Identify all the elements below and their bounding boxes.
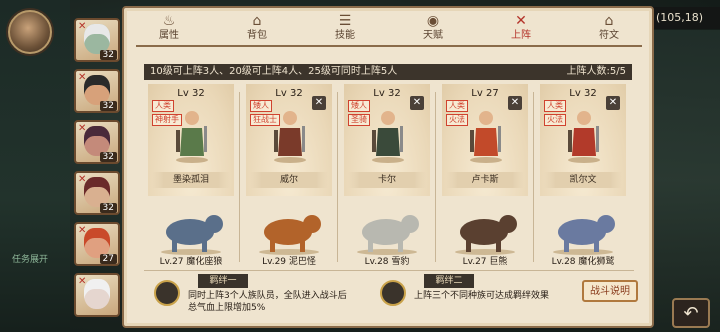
lineup-slot: Lv 32 矮人 圣骑 ✕ 卡尔 Lv.28 雪豹 (340, 82, 436, 270)
main-panel: ♨ 属性 ⌂ 背包 ☰ 技能 ◉ 天赋 ✕ 上阵 ⌂ 符文 10级可上阵3人、20级可上阵4人、25级… (122, 6, 654, 328)
info-bar: 10级可上阵3人、20级可上阵4人、25级可同时上阵5人 上阵人数:5/5 (144, 64, 632, 80)
hero-portrait[interactable]: ✕ 32 (74, 120, 120, 164)
bond-one-icon (154, 280, 180, 306)
hero-figure (274, 111, 306, 163)
tab-0[interactable]: ♨ 属性 (134, 12, 204, 44)
remove-hero-icon[interactable]: ✕ (312, 96, 326, 110)
hero-face (84, 279, 110, 309)
battle-explain-button[interactable]: 战斗说明 (582, 280, 638, 302)
bond-two-line1: 上阵三个不同种族可达成羁绊效果 (414, 291, 550, 301)
hero-card[interactable]: Lv 32 人类 火法 ✕ 凯尔文 (540, 84, 626, 196)
lineup-slot: Lv 32 人类 火法 ✕ 凯尔文 Lv.28 魔化狮鹫 (536, 82, 630, 270)
hero-portrait[interactable]: ✕ 32 (74, 18, 120, 62)
bond-two-icon (380, 280, 406, 306)
hero-card-level: Lv 32 (177, 88, 205, 99)
hero-level: 32 (99, 152, 117, 162)
coordinates-display: (105,18) (650, 7, 720, 29)
lineup-count: 上阵人数:5/5 (566, 66, 626, 77)
tab-label: 上阵 (511, 30, 531, 41)
hero-name: 卢卡斯 (446, 172, 524, 188)
tab-label: 属性 (159, 30, 179, 41)
bond-one-desc: 同时上阵3个人族队员，全队进入战斗后 总气血上限增加5% (188, 290, 347, 314)
bond-divider (144, 270, 634, 271)
tab-4[interactable]: ✕ 上阵 (486, 12, 556, 44)
book-icon: ☰ (338, 13, 352, 29)
slot-divider (239, 92, 240, 262)
bond-two-title: 羁绊二 (424, 274, 474, 288)
hero-level: 32 (99, 50, 117, 60)
tab-3[interactable]: ◉ 天赋 (398, 12, 468, 44)
beast-label: Lv.27 魔化座狼 (159, 257, 223, 267)
hero-card[interactable]: Lv 32 矮人 圣骑 ✕ 卡尔 (344, 84, 430, 196)
hero-name: 卡尔 (348, 172, 426, 188)
tab-bar: ♨ 属性 ⌂ 背包 ☰ 技能 ◉ 天赋 ✕ 上阵 ⌂ 符文 (134, 12, 644, 44)
hero-portrait[interactable]: ✕ 32 (74, 171, 120, 215)
hero-card[interactable]: Lv 32 矮人 狂战士 ✕ 威尔 (246, 84, 332, 196)
hero-level: 27 (99, 254, 117, 264)
hero-figure (568, 111, 600, 163)
tab-1[interactable]: ⌂ 背包 (222, 12, 292, 44)
hero-sidebar: ✕ 32 ✕ 32 ✕ 32 ✕ 32 ✕ 27 ✕ (70, 6, 122, 332)
hero-figure (470, 111, 502, 163)
hero-figure (372, 111, 404, 163)
bond-one-line1: 同时上阵3个人族队员，全队进入战斗后 (188, 291, 347, 301)
tab-label: 符文 (599, 30, 619, 41)
slot-divider (435, 92, 436, 262)
return-icon[interactable]: ↶ (672, 298, 710, 328)
lineup-slot: Lv 27 人类 火法 ✕ 卢卡斯 Lv.27 巨熊 (438, 82, 534, 270)
lineup-rule-text: 10级可上阵3人、20级可上阵4人、25级可同时上阵5人 (150, 66, 398, 77)
beast-label: Lv.27 巨熊 (462, 257, 508, 267)
task-expand-label[interactable]: 任务展开 (12, 252, 48, 265)
tab-label: 技能 (335, 30, 355, 41)
hero-level: 32 (99, 203, 117, 213)
hero-name: 墨染孤泪 (152, 172, 230, 188)
hero-card[interactable]: Lv 32 人类 神射手 墨染孤泪 (148, 84, 234, 196)
beast-figure[interactable] (346, 200, 428, 256)
bag-icon: ⌂ (252, 13, 262, 29)
beast-label: Lv.29 泥巴怪 (262, 257, 316, 267)
tab-2[interactable]: ☰ 技能 (310, 12, 380, 44)
lineup-slot: Lv 32 人类 神射手 墨染孤泪 Lv.27 魔化座狼 (144, 82, 240, 270)
eye-icon: ◉ (426, 13, 440, 29)
flame-icon: ♨ (162, 13, 176, 29)
bond-one-line2: 总气血上限增加5% (188, 303, 266, 313)
tab-5[interactable]: ⌂ 符文 (574, 12, 644, 44)
hero-card[interactable]: Lv 27 人类 火法 ✕ 卢卡斯 (442, 84, 528, 196)
player-avatar[interactable] (8, 10, 52, 54)
shrine-icon: ⌂ (604, 13, 614, 29)
hero-name: 威尔 (250, 172, 328, 188)
lineup-slots: Lv 32 人类 神射手 墨染孤泪 Lv.27 魔化座狼 Lv 32 矮人 狂战士 ✕ 威尔 Lv.… (144, 82, 634, 270)
hero-figure (176, 111, 208, 163)
beast-figure[interactable] (542, 200, 624, 256)
hero-name: 凯尔文 (544, 172, 622, 188)
slot-divider (533, 92, 534, 262)
beast-figure[interactable] (150, 200, 232, 256)
beast-label: Lv.28 魔化狮鹫 (551, 257, 615, 267)
swords-icon: ✕ (515, 13, 527, 29)
lineup-slot: Lv 32 矮人 狂战士 ✕ 威尔 Lv.29 泥巴怪 (242, 82, 338, 270)
beast-label: Lv.28 雪豹 (364, 257, 410, 267)
bond-two: 羁绊二 上阵三个不同种族可达成羁绊效果 (380, 274, 580, 318)
remove-hero-icon[interactable]: ✕ (508, 96, 522, 110)
hero-portrait[interactable]: ✕ 32 (74, 69, 120, 113)
bond-one: 羁绊一 同时上阵3个人族队员，全队进入战斗后 总气血上限增加5% (154, 274, 374, 318)
remove-hero-icon[interactable]: ✕ (606, 96, 620, 110)
background-forest-right (650, 30, 720, 332)
tab-divider (136, 45, 642, 47)
beast-figure[interactable] (248, 200, 330, 256)
remove-hero-icon[interactable]: ✕ (410, 96, 424, 110)
tab-label: 天赋 (423, 30, 443, 41)
slot-divider (337, 92, 338, 262)
beast-figure[interactable] (444, 200, 526, 256)
hero-portrait[interactable]: ✕ (74, 273, 120, 317)
bond-one-title: 羁绊一 (198, 274, 248, 288)
hero-level: 32 (99, 101, 117, 111)
bond-two-desc: 上阵三个不同种族可达成羁绊效果 (414, 290, 549, 302)
hero-portrait[interactable]: ✕ 27 (74, 222, 120, 266)
tab-label: 背包 (247, 30, 267, 41)
